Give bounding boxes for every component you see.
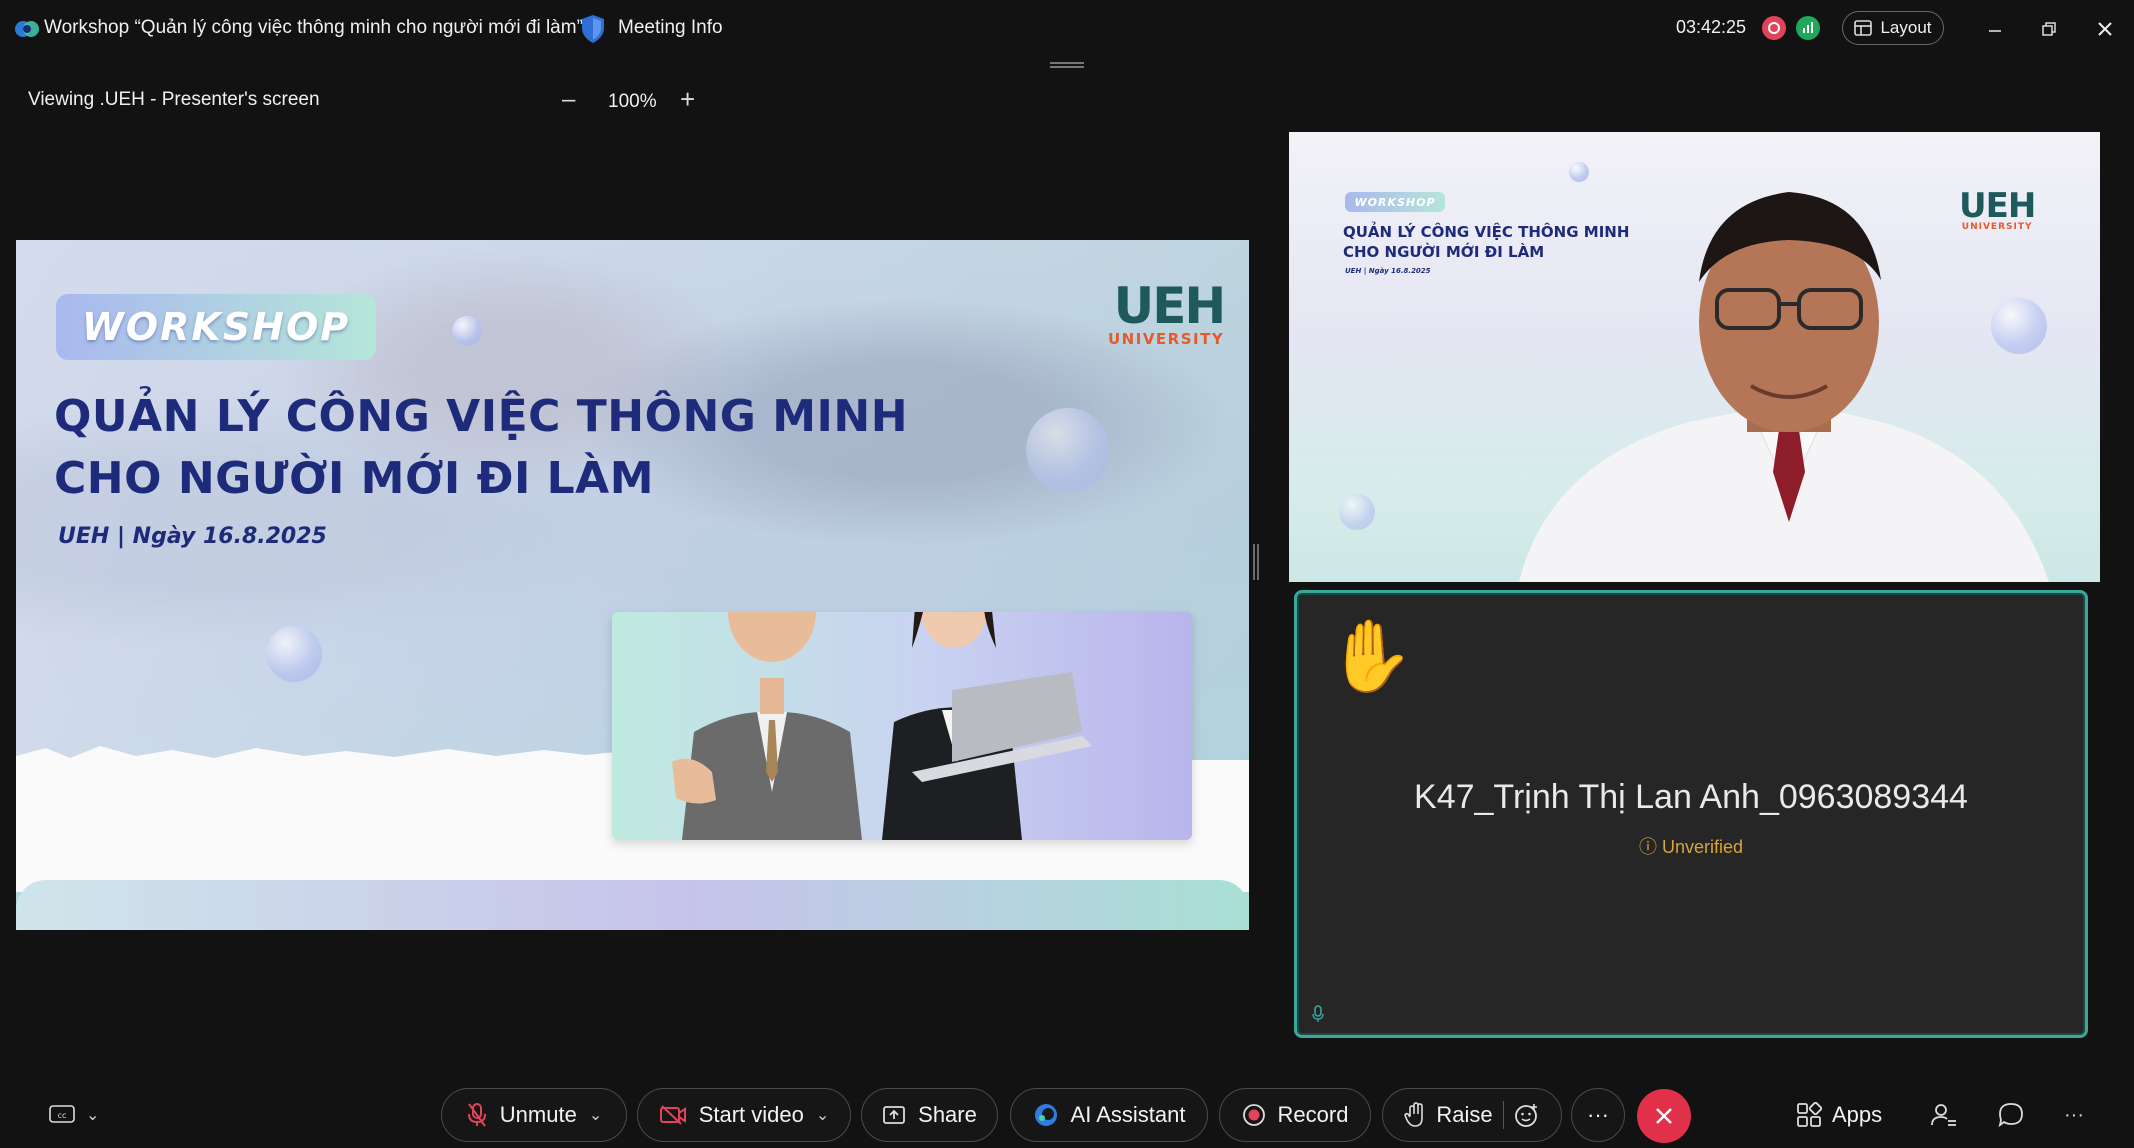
start-video-label: Start video — [698, 1102, 804, 1127]
video-off-icon — [659, 1105, 686, 1125]
meeting-timer: 03:42:25 — [1676, 17, 1747, 37]
closed-captions-icon: cc — [49, 1105, 75, 1123]
overflow-menu-button[interactable]: ··· — [2064, 1092, 2084, 1138]
chat-button[interactable] — [1997, 1092, 2025, 1138]
students-illustration — [672, 562, 1092, 840]
layout-label: Layout — [1880, 18, 1932, 37]
unmute-button[interactable]: Unmute ⌄ — [441, 1088, 627, 1142]
minimize-icon — [1989, 30, 2001, 32]
record-icon — [1242, 1104, 1265, 1126]
svg-text:cc: cc — [58, 1111, 67, 1120]
slide-title-line1: QUẢN LÝ CÔNG VIỆC THÔNG MINH — [54, 391, 909, 442]
ai-assistant-label: AI Assistant — [1070, 1102, 1186, 1127]
participant-status: ⓘ Unverified — [1297, 833, 2085, 859]
zoom-level: 100% — [608, 91, 657, 112]
ueh-logo-text: UEH — [1113, 277, 1227, 335]
webcam-workshop-tag: WORKSHOP — [1345, 192, 1445, 212]
microphone-icon — [1312, 1005, 1324, 1022]
participants-icon — [1931, 1104, 1956, 1126]
ueh-logo: UEH UNIVERSITY — [1108, 277, 1227, 348]
question-circle-icon: ⓘ — [1638, 837, 1657, 857]
recording-indicator-icon[interactable] — [1762, 16, 1786, 40]
participant-status-label: Unverified — [1661, 837, 1744, 857]
shield-icon[interactable] — [580, 14, 606, 44]
close-icon — [2098, 22, 2112, 36]
divider — [1502, 1101, 1504, 1129]
more-options-button[interactable]: ··· — [1571, 1088, 1625, 1142]
chat-icon — [1998, 1103, 2023, 1128]
decorative-bubble — [1026, 408, 1110, 492]
raise-label: Raise — [1436, 1102, 1493, 1127]
slide-bottom-bar — [16, 880, 1249, 930]
ai-assistant-icon — [1034, 1104, 1057, 1126]
slide-title-line2: CHO NGƯỜI MỚI ĐI LÀM — [54, 453, 655, 504]
participant-tile[interactable]: ✋ K47_Trịnh Thị Lan Anh_0963089344 ⓘ Unv… — [1294, 590, 2088, 1038]
leave-meeting-button[interactable] — [1637, 1089, 1691, 1143]
workshop-tag: WORKSHOP — [56, 294, 376, 360]
participants-button[interactable] — [1930, 1092, 1958, 1138]
share-button[interactable]: Share — [861, 1088, 998, 1142]
apps-icon — [1797, 1102, 1822, 1127]
share-screen-icon — [883, 1106, 906, 1124]
presenter-figure — [1519, 192, 2049, 582]
meeting-title: Workshop “Quản lý công việc thông minh c… — [44, 17, 583, 38]
more-options-label: ··· — [1587, 1102, 1609, 1127]
apps-label: Apps — [1832, 1102, 1883, 1127]
participant-name: K47_Trịnh Thị Lan Anh_0963089344 — [1414, 778, 1968, 816]
captions-button[interactable]: cc ⌄ — [48, 1092, 99, 1138]
restore-button[interactable] — [2034, 14, 2064, 44]
reactions-icon[interactable] — [1514, 1102, 1540, 1128]
network-health-icon[interactable] — [1796, 16, 1820, 40]
viewing-label: Viewing .UEH - Presenter's screen — [28, 89, 320, 110]
chevron-down-icon: ⌄ — [588, 1107, 603, 1124]
slide-date: UEH | Ngày 16.8.2025 — [58, 524, 327, 549]
hand-icon — [1404, 1102, 1424, 1127]
decorative-bubble — [266, 626, 322, 682]
raise-hand-button[interactable]: Raise — [1382, 1088, 1562, 1142]
overflow-menu-label: ··· — [2064, 1103, 2084, 1126]
students-photo — [612, 562, 1192, 840]
restore-icon — [2042, 22, 2056, 36]
shared-screen[interactable]: WORKSHOP QUẢN LÝ CÔNG VIỆC THÔNG MINH CH… — [16, 240, 1249, 930]
zoom-out-button[interactable]: – — [562, 86, 575, 114]
drag-handle[interactable] — [1050, 62, 1084, 68]
title-bar: Workshop “Quản lý công việc thông minh c… — [0, 0, 2134, 60]
slide-title: QUẢN LÝ CÔNG VIỆC THÔNG MINH CHO NGƯỜI M… — [54, 386, 954, 510]
record-label: Record — [1277, 1102, 1349, 1127]
decorative-bubble — [1339, 494, 1375, 530]
record-button[interactable]: Record — [1219, 1088, 1371, 1142]
decorative-bubble — [452, 316, 482, 346]
ueh-logo-subtext: UNIVERSITY — [1108, 330, 1225, 348]
ai-assistant-button[interactable]: AI Assistant — [1010, 1088, 1208, 1142]
webex-logo-icon — [15, 21, 39, 37]
layout-icon — [1854, 20, 1873, 36]
unmute-label: Unmute — [499, 1102, 577, 1127]
raised-hand-icon: ✋ — [1327, 617, 1415, 695]
close-icon — [1656, 1108, 1672, 1124]
webcam-date: UEH | Ngày 16.8.2025 — [1345, 267, 1431, 275]
pane-resize-handle[interactable] — [1253, 544, 1259, 580]
minimize-button[interactable] — [1980, 14, 2010, 44]
zoom-in-button[interactable]: + — [680, 84, 695, 115]
chevron-down-icon: ⌄ — [86, 1107, 100, 1124]
layout-button[interactable]: Layout — [1842, 11, 1944, 45]
muted-microphone-icon — [467, 1103, 486, 1127]
share-label: Share — [918, 1102, 977, 1127]
meeting-info-button[interactable]: Meeting Info — [618, 17, 723, 39]
close-button[interactable] — [2090, 14, 2120, 44]
apps-button[interactable]: Apps — [1796, 1092, 1882, 1138]
presenter-video-tile[interactable]: WORKSHOP QUẢN LÝ CÔNG VIỆC THÔNG MINH CH… — [1289, 132, 2100, 582]
chevron-down-icon: ⌄ — [815, 1107, 830, 1124]
start-video-button[interactable]: Start video ⌄ — [637, 1088, 851, 1142]
